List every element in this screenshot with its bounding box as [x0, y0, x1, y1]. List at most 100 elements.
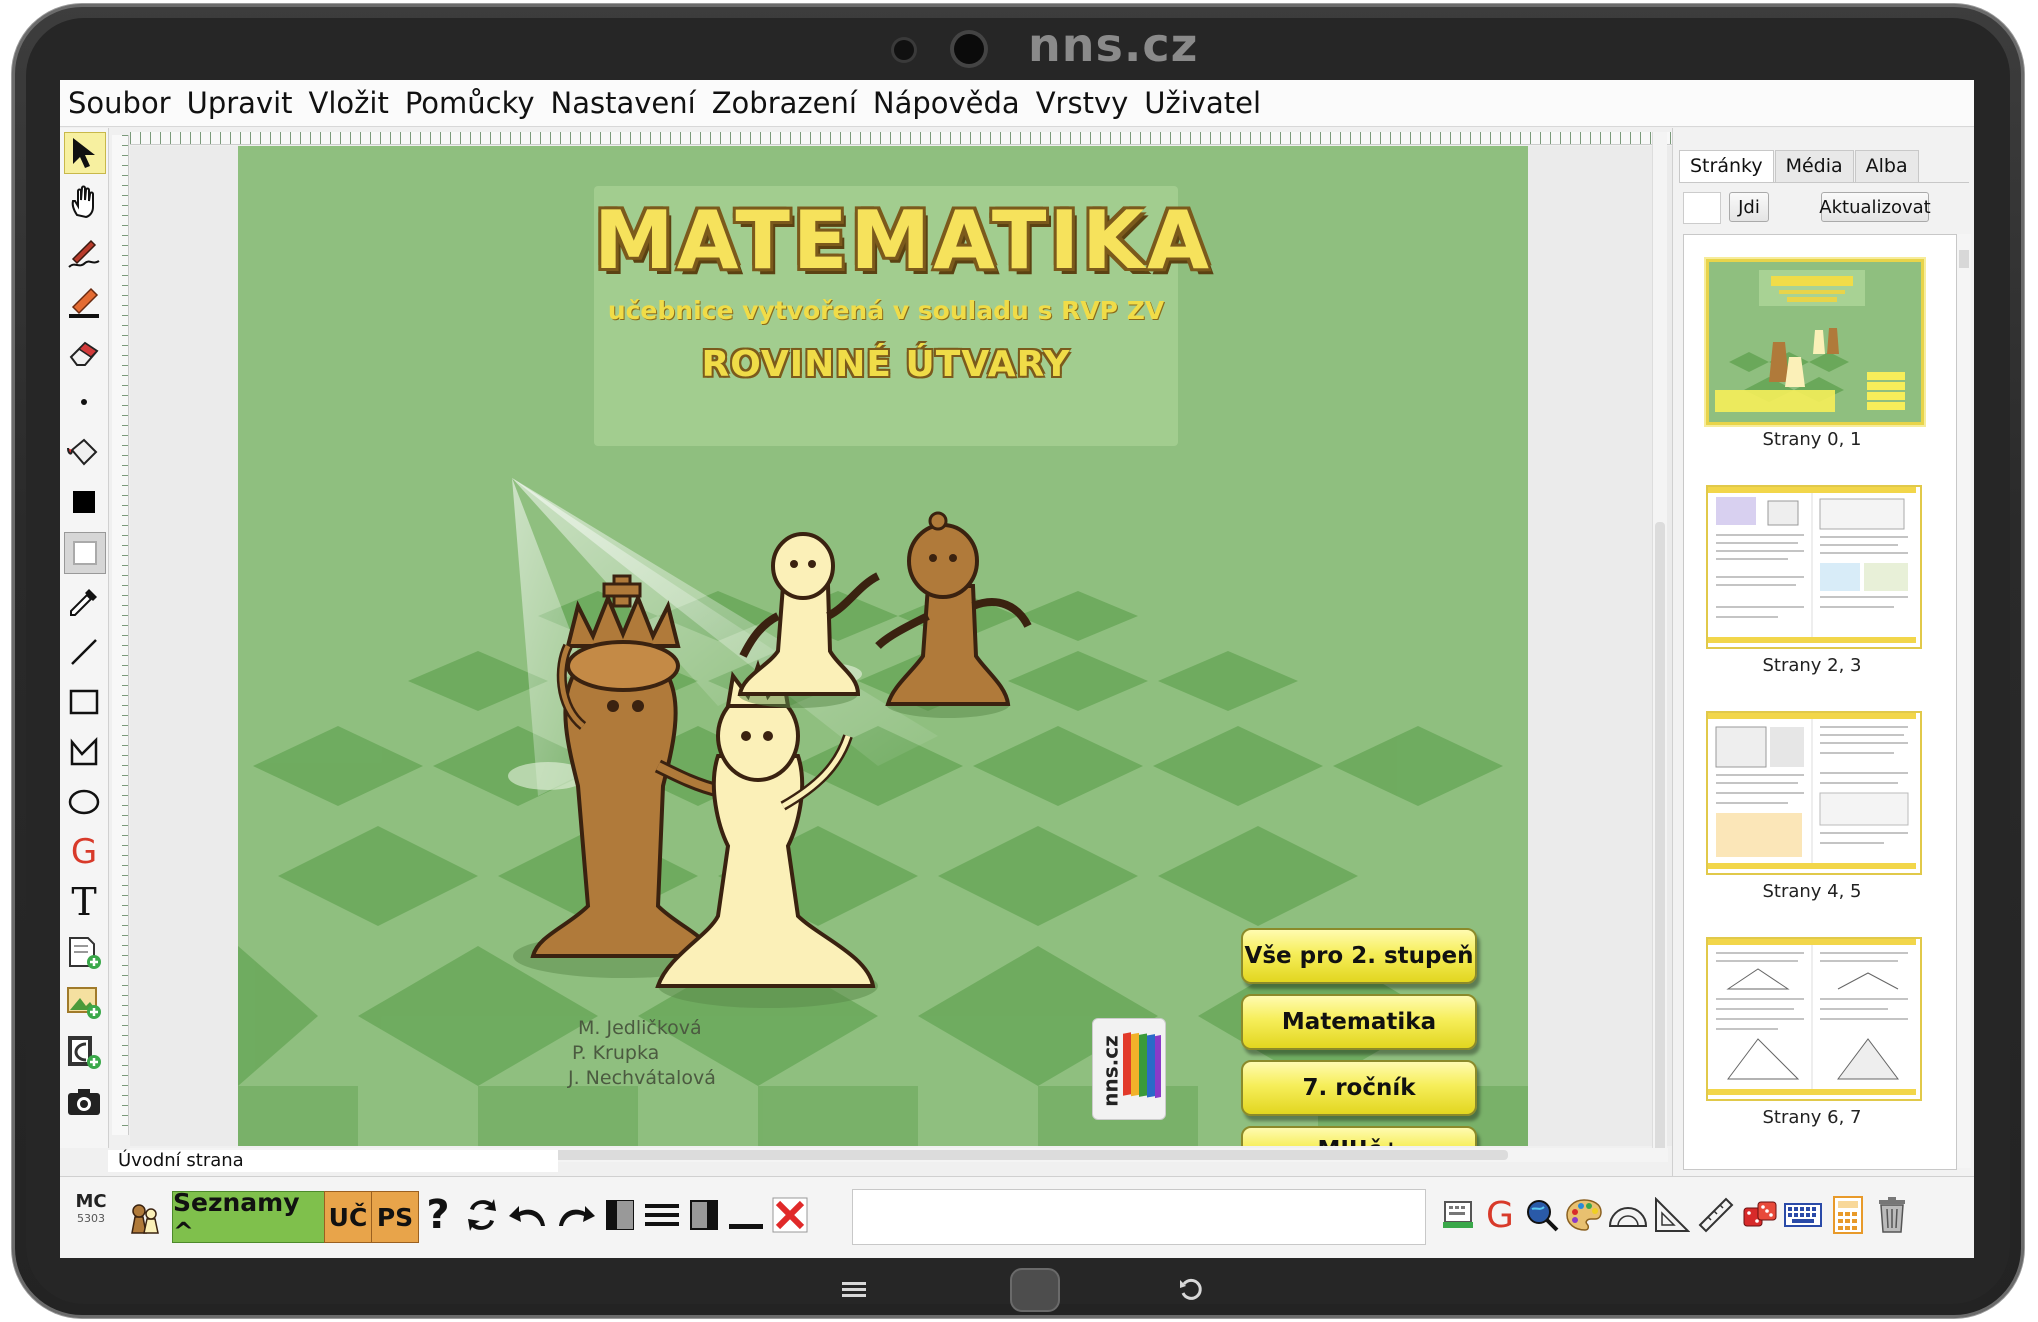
author-2: P. Krupka [572, 1042, 660, 1064]
palette-icon[interactable] [1564, 1187, 1604, 1243]
tab-stranky[interactable]: Stránky [1679, 150, 1774, 182]
line-icon[interactable] [64, 632, 104, 672]
hand-icon[interactable] [64, 182, 104, 222]
page-name-label: Úvodní strana [108, 1150, 558, 1172]
text-icon[interactable]: T [64, 880, 104, 924]
dice-icon[interactable] [1740, 1187, 1780, 1243]
btn-vse-pro-2-stupen[interactable]: Vše pro 2. stupeň [1241, 928, 1477, 984]
stroke-color-icon[interactable] [64, 532, 106, 574]
calculator-icon[interactable] [1828, 1187, 1868, 1243]
thumbnail-label-0-1: Strany 0, 1 [1762, 429, 1862, 450]
eraser-icon[interactable] [64, 332, 104, 372]
go-button[interactable]: Jdi [1729, 192, 1769, 222]
set-square-icon[interactable] [1652, 1187, 1692, 1243]
thumbnail-pages-4-5[interactable] [1706, 711, 1922, 875]
bottom-toolbar: MC 5303 Seznamy ^ UČ PS ? G [60, 1176, 1974, 1258]
ps-button[interactable]: PS [371, 1191, 419, 1243]
highlighter-icon[interactable] [64, 282, 104, 322]
virtual-keyboard-icon[interactable] [1782, 1187, 1824, 1243]
thumbnail-pages-6-7[interactable] [1706, 937, 1922, 1101]
pages-panel: Stránky Média Alba Jdi Aktualizovat Stra… [1672, 128, 1974, 1224]
menu-napoveda[interactable]: Nápověda [865, 86, 1028, 120]
trash-icon[interactable] [1872, 1187, 1912, 1243]
front-camera [954, 34, 984, 64]
mc-indicator: MC 5303 [70, 1191, 112, 1225]
thumbnail-cover-preview [1715, 270, 1905, 412]
author-3: J. Nechvátalová [568, 1067, 716, 1089]
chess-figures-icon[interactable] [124, 1187, 164, 1243]
pen-icon[interactable] [64, 232, 104, 272]
thumbnails-scroll-thumb[interactable] [1959, 250, 1969, 268]
device-brand: nns.cz [1028, 18, 1199, 72]
panel-tabs: Stránky Média Alba [1679, 150, 1920, 182]
authors-list: M. Jedličková P. Krupka J. Nechvátalová [568, 1016, 716, 1091]
canvas-vertical-scrollbar[interactable] [1652, 132, 1667, 1162]
minimize-icon[interactable] [726, 1187, 766, 1243]
geogebra-icon[interactable]: G [64, 832, 104, 872]
left-toolbar: G T [60, 128, 109, 1148]
device-home-button[interactable] [1010, 1268, 1060, 1312]
mc-number: 5303 [77, 1212, 105, 1225]
nns-logo-text: nns.cz [1098, 1035, 1123, 1107]
menu-lines-icon[interactable] [642, 1187, 682, 1243]
device-back-icon[interactable] [1178, 1276, 1204, 1309]
menu-soubor[interactable]: Soubor [60, 86, 179, 120]
protractor-icon[interactable] [1606, 1187, 1650, 1243]
redo-icon[interactable] [554, 1187, 598, 1243]
tab-alba[interactable]: Alba [1854, 150, 1919, 182]
vertical-ruler [112, 135, 129, 1135]
thumbnail-preview-6-7 [1708, 939, 1916, 1095]
uc-button[interactable]: UČ [324, 1191, 372, 1243]
refresh-icon[interactable] [460, 1187, 504, 1243]
fill-bucket-icon[interactable] [64, 432, 104, 472]
btn-matematika[interactable]: Matematika [1241, 994, 1477, 1050]
btn-7-rocnik[interactable]: 7. ročník [1241, 1060, 1477, 1116]
book-subtitle: učebnice vytvořená v souladu s RVP ZV [607, 296, 1165, 325]
keyboard-icon[interactable] [1438, 1187, 1478, 1243]
menu-zobrazeni[interactable]: Zobrazení [704, 86, 865, 120]
fill-color-icon[interactable] [64, 482, 104, 522]
menu-uzivatel[interactable]: Uživatel [1136, 86, 1269, 120]
menu-nastaveni[interactable]: Nastavení [543, 86, 704, 120]
select-arrow-icon[interactable] [64, 132, 106, 174]
menu-upravit[interactable]: Upravit [179, 86, 301, 120]
rectangle-icon[interactable] [64, 682, 104, 722]
search-globe-icon[interactable] [1522, 1187, 1562, 1243]
tab-media[interactable]: Média [1774, 150, 1854, 182]
bottom-command-input[interactable] [852, 1189, 1426, 1245]
insert-image-icon[interactable] [64, 982, 104, 1022]
thumbnail-label-2-3: Strany 2, 3 [1762, 655, 1862, 676]
slide-page[interactable]: MATEMATIKA učebnice vytvořená v souladu … [238, 146, 1528, 1146]
btn-miuc-plus[interactable]: MIUč+ [1241, 1126, 1477, 1146]
camera-icon[interactable] [64, 1082, 104, 1122]
polygon-icon[interactable] [64, 732, 104, 772]
thumbnails-scrollbar[interactable] [1957, 234, 1971, 1168]
new-page-icon[interactable] [64, 932, 104, 972]
insert-media-icon[interactable] [64, 1032, 104, 1072]
mc-label: MC [75, 1191, 107, 1212]
thumbnail-label-4-5: Strany 4, 5 [1762, 881, 1862, 902]
refresh-button[interactable]: Aktualizovat [1819, 192, 1931, 222]
menu-pomucky[interactable]: Pomůcky [397, 86, 543, 120]
thumbnail-pages-0-1[interactable] [1706, 259, 1924, 425]
page-thumbnails-list: Strany 0, 1 Strany 2, 3 Strany 4, 5 Stra… [1683, 234, 1957, 1170]
horizontal-scroll-thumb[interactable] [518, 1150, 1508, 1160]
panel-right-icon[interactable] [686, 1187, 722, 1243]
panel-left-icon[interactable] [602, 1187, 638, 1243]
eyedropper-icon[interactable] [64, 582, 104, 622]
undo-icon[interactable] [506, 1187, 550, 1243]
lists-button[interactable]: Seznamy ^ [172, 1188, 326, 1246]
menu-vrstvy[interactable]: Vrstvy [1028, 86, 1137, 120]
geogebra-icon[interactable]: G [1480, 1187, 1520, 1243]
vertical-scroll-thumb[interactable] [1655, 522, 1665, 1162]
ruler-icon[interactable] [1696, 1187, 1736, 1243]
thumbnail-pages-2-3[interactable] [1706, 485, 1922, 649]
help-button[interactable]: ? [420, 1187, 456, 1243]
ellipse-icon[interactable] [64, 782, 104, 822]
device-menu-icon[interactable] [842, 1282, 866, 1298]
menu-vlozit[interactable]: Vložit [301, 86, 397, 120]
thumbnail-label-6-7: Strany 6, 7 [1762, 1107, 1862, 1128]
close-icon[interactable] [770, 1187, 810, 1243]
page-number-input[interactable] [1683, 192, 1721, 224]
dot-size-icon[interactable] [64, 382, 104, 422]
